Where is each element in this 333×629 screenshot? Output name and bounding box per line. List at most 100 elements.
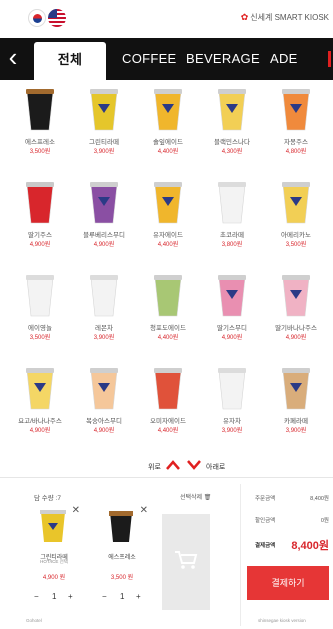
menu-item-name: 자몽주스: [284, 139, 308, 146]
menu-item[interactable]: 그린티라떼 3,900원: [74, 80, 134, 173]
menu-item[interactable]: 블루베리스무디 4,900원: [74, 173, 134, 266]
menu-item-image: [218, 368, 246, 410]
increase-button[interactable]: +: [68, 592, 73, 601]
menu-item-image: [26, 275, 54, 317]
scroll-nav: 위로 아래로: [0, 455, 333, 477]
menu-item[interactable]: 유자에이드 4,400원: [138, 173, 198, 266]
menu-item[interactable]: 유자차 3,900원: [202, 359, 262, 452]
menu-item-name: 오미자에이드: [150, 418, 186, 425]
menu-item[interactable]: 오미자에이드 4,400원: [138, 359, 198, 452]
decrease-button[interactable]: −: [102, 592, 107, 601]
back-button[interactable]: ‹: [2, 42, 24, 76]
menu-item-image: [26, 368, 54, 410]
menu-item-image: [282, 368, 310, 410]
tab-scroll-indicator: [325, 51, 331, 67]
quantity-stepper: − 1 +: [102, 592, 141, 601]
trash-icon: 🗑: [203, 495, 212, 501]
tab-all[interactable]: 전체: [34, 42, 106, 80]
clear-selected-button[interactable]: 선택삭제 🗑: [180, 492, 211, 501]
decrease-button[interactable]: −: [34, 592, 39, 601]
menu-item-price: 3,500원: [285, 242, 307, 248]
empty-cart-slot: [162, 514, 210, 610]
korean-flag-icon[interactable]: [28, 9, 46, 27]
brand-logo: ✿ 신세계 SMART KIOSK: [240, 12, 329, 22]
chevron-down-icon[interactable]: [187, 459, 201, 471]
menu-item-name: 청포도에이드: [150, 325, 186, 332]
cart-item-image: [109, 511, 133, 542]
payment-summary: 주문금액 8,400원 할인금액 0원 결제금액 8,400원 결제하기: [240, 484, 333, 626]
menu-item-image: [26, 89, 54, 131]
menu-item-price: 4,400원: [157, 335, 179, 341]
menu-item[interactable]: 복숭아스무디 4,900원: [74, 359, 134, 452]
menu-item-image: [90, 89, 118, 131]
menu-item[interactable]: 에이영놀 3,500원: [10, 266, 70, 359]
menu-item[interactable]: 딸기스무디 4,900원: [202, 266, 262, 359]
discount-amount-row: 할인금액 0원: [255, 518, 329, 524]
menu-item-name: 솔잎에이드: [153, 139, 183, 146]
menu-item-image: [154, 182, 182, 224]
cart-panel: 담 수량 :7 선택삭제 🗑 ✕ 그린티라떼 HOT/ICE 선택 4,900 …: [24, 484, 230, 626]
cart-count: 담 수량 :7: [34, 495, 61, 502]
remove-item-button[interactable]: ✕: [140, 506, 148, 516]
menu-item[interactable]: 자몽주스 4,800원: [266, 80, 326, 173]
menu-item[interactable]: 에스프레소 3,500원: [10, 80, 70, 173]
menu-item-price: 3,500원: [29, 335, 51, 341]
menu-item-price: 4,900원: [93, 242, 115, 248]
menu-item-name: 그린티라떼: [89, 139, 119, 146]
menu-item-name: 요고/바나나주스: [18, 418, 62, 425]
chevron-up-icon[interactable]: [166, 459, 180, 471]
cart-item: ✕ 에스프레소 3,500 원 − 1 +: [96, 506, 148, 606]
flower-icon: ✿: [240, 12, 249, 22]
menu-item-name: 딸기바나나주스: [275, 325, 317, 332]
menu-item[interactable]: 청포도에이드 4,400원: [138, 266, 198, 359]
menu-grid: 에스프레소 3,500원 그린티라떼 3,900원 솔잎에이드 4,400원 블랙민스나다 4…: [0, 80, 333, 455]
menu-item-price: 3,900원: [221, 428, 243, 434]
menu-item[interactable]: 카페라떼 3,900원: [266, 359, 326, 452]
menu-item-name: 딸기스무디: [217, 325, 247, 332]
menu-item-image: [282, 182, 310, 224]
scroll-down-label: 아래로: [206, 464, 226, 471]
menu-item-image: [218, 89, 246, 131]
menu-item-price: 3,900원: [285, 428, 307, 434]
menu-item-image: [218, 182, 246, 224]
menu-item-name: 유자에이드: [153, 232, 183, 239]
menu-item-price: 4,800원: [285, 149, 307, 155]
us-flag-icon[interactable]: [48, 9, 66, 27]
menu-item-price: 3,900원: [93, 149, 115, 155]
order-area: 담 수량 :7 선택삭제 🗑 ✕ 그린티라떼 HOT/ICE 선택 4,900 …: [0, 477, 333, 629]
increase-button[interactable]: +: [136, 592, 141, 601]
menu-item-image: [154, 89, 182, 131]
menu-item-image: [154, 275, 182, 317]
total-amount-row: 결제금액 8,400원: [255, 540, 329, 552]
menu-item[interactable]: 딸기바나나주스 4,900원: [266, 266, 326, 359]
pay-button[interactable]: 결제하기: [247, 566, 329, 600]
menu-item[interactable]: 솔잎에이드 4,400원: [138, 80, 198, 173]
menu-item-name: 복숭아스무디: [86, 418, 122, 425]
category-bar: ‹ 전체 COFFEE BEVERAGE ADE: [0, 38, 333, 80]
menu-item-price: 4,900원: [285, 335, 307, 341]
order-amount-row: 주문금액 8,400원: [255, 496, 329, 502]
menu-item-name: 에이영놀: [28, 325, 52, 332]
tab-beverage[interactable]: BEVERAGE: [186, 38, 260, 80]
menu-item-name: 아메리카노: [281, 232, 311, 239]
menu-item[interactable]: 아메리카노 3,500원: [266, 173, 326, 266]
menu-item-price: 3,500원: [29, 149, 51, 155]
menu-item-price: 4,300원: [221, 149, 243, 155]
menu-item-image: [90, 182, 118, 224]
footer-right: shinsegae kiosk version: [258, 618, 306, 623]
menu-item[interactable]: 딸기주스 4,900원: [10, 173, 70, 266]
scroll-up-label: 위로: [148, 464, 161, 471]
menu-item[interactable]: 초코라떼 3,800원: [202, 173, 262, 266]
menu-item[interactable]: 블랙민스나다 4,300원: [202, 80, 262, 173]
remove-item-button[interactable]: ✕: [72, 506, 80, 516]
menu-item-price: 4,900원: [93, 428, 115, 434]
menu-item-price: 4,400원: [157, 428, 179, 434]
menu-item[interactable]: 요고/바나나주스 4,900원: [10, 359, 70, 452]
menu-item[interactable]: 레몬차 3,900원: [74, 266, 134, 359]
menu-item-price: 4,400원: [157, 242, 179, 248]
menu-item-price: 4,900원: [221, 335, 243, 341]
tab-ade[interactable]: ADE: [270, 38, 298, 80]
tab-coffee[interactable]: COFFEE: [122, 38, 177, 80]
menu-item-image: [282, 89, 310, 131]
menu-item-name: 에스프레소: [25, 139, 55, 146]
